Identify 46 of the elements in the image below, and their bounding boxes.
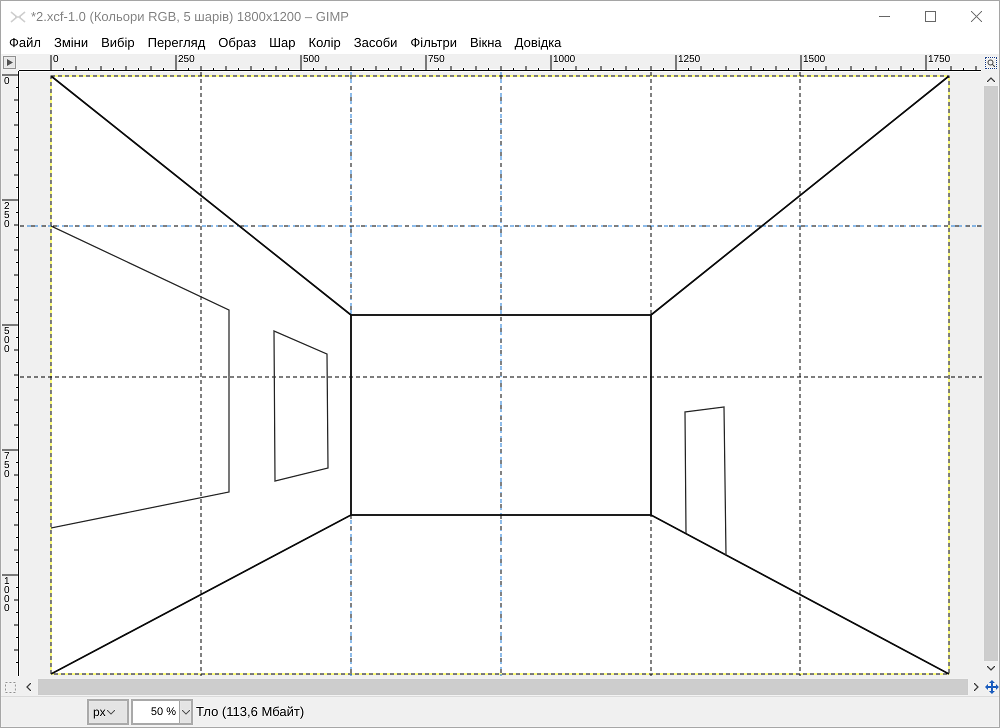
ruler-label: 750 — [4, 452, 10, 479]
menu-item[interactable]: Зміни — [54, 33, 88, 53]
chevron-down-icon — [106, 710, 115, 714]
scroll-right-icon[interactable] — [974, 683, 980, 691]
ruler-label: 750 — [428, 54, 446, 65]
zoom-field[interactable]: 50 % — [131, 699, 193, 725]
window-title: *2.xcf-1.0 (Кольори RGB, 5 шарів) 1800x1200 – GIMP — [31, 8, 349, 26]
menu-item[interactable]: Файл — [9, 33, 41, 53]
ruler-label: 1000 — [4, 577, 10, 613]
menu-item[interactable]: Образ — [218, 33, 256, 53]
zoom-dropdown-button[interactable] — [179, 701, 191, 723]
horizontal-scrollbar-thumb[interactable] — [38, 679, 968, 695]
ruler-label: 1750 — [928, 54, 952, 65]
unit-dropdown[interactable]: px — [87, 699, 129, 725]
zoom-icon[interactable] — [985, 57, 997, 69]
quick-mask-icon[interactable] — [5, 682, 16, 692]
ruler-label: 500 — [4, 327, 10, 354]
menu-item[interactable]: Вікна — [470, 33, 502, 53]
chevron-down-icon — [182, 710, 190, 714]
scroll-up-icon — [987, 77, 995, 82]
scrollbar-thumb[interactable] — [984, 86, 998, 661]
ruler-label: 1500 — [803, 54, 826, 65]
ruler-label: 1250 — [678, 54, 702, 65]
menu-item[interactable]: Вибір — [101, 33, 135, 53]
layer-info: Тло (113,6 Мбайт) — [196, 703, 304, 722]
menu-item[interactable]: Перегляд — [148, 33, 206, 53]
menu-item[interactable]: Довідка — [514, 33, 562, 53]
ruler-label: 250 — [178, 54, 196, 65]
close-icon — [970, 11, 982, 22]
menu-arrow-button[interactable] — [3, 56, 16, 69]
menu-item[interactable]: Шар — [269, 33, 296, 53]
scroll-down-icon — [987, 666, 995, 671]
ruler-label: 250 — [4, 202, 10, 229]
ruler-label: 1000 — [553, 54, 576, 65]
ruler-label: 500 — [303, 54, 321, 65]
ruler-label: 0 — [53, 54, 60, 65]
menu-item[interactable]: Колір — [308, 33, 341, 53]
menu-item[interactable]: Засоби — [354, 33, 398, 53]
ruler-label: 0 — [4, 77, 10, 86]
minimize-icon — [878, 16, 890, 17]
menu-item[interactable]: Фільтри — [410, 33, 457, 53]
navigate-icon[interactable] — [985, 680, 999, 694]
play-icon — [6, 59, 12, 66]
app-icon — [9, 10, 27, 24]
maximize-icon — [924, 11, 936, 22]
scroll-left-icon[interactable] — [26, 683, 31, 691]
